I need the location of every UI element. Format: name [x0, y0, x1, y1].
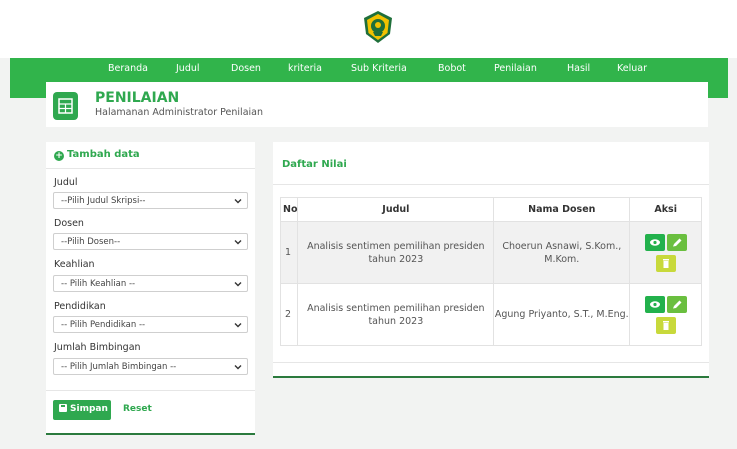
table-divider — [273, 184, 709, 185]
pendidikan-select-value: -- Pilih Pendidikan -- — [61, 320, 146, 330]
judul-select-value: --Pilih Judul Skripsi-- — [61, 196, 146, 206]
view-button[interactable] — [644, 295, 665, 313]
table-row: 1 Analisis sentimen pemilihan presiden t… — [279, 221, 702, 284]
row-actions — [629, 283, 702, 346]
chevron-down-icon — [234, 240, 242, 245]
nav-judul[interactable]: Judul — [176, 63, 200, 74]
table-header-row: No Judul Nama Dosen Aksi — [279, 197, 702, 222]
reset-button[interactable]: Reset — [123, 404, 152, 414]
field-label-keahlian: Keahlian — [54, 259, 95, 270]
trash-icon — [662, 320, 669, 330]
form-divider — [46, 168, 255, 169]
nav-kriteria[interactable]: kriteria — [288, 63, 322, 74]
nav-keluar[interactable]: Keluar — [617, 63, 647, 74]
dosen-select[interactable]: --Pilih Dosen-- — [53, 233, 248, 250]
form-heading: + Tambah data — [54, 149, 140, 161]
judul-select[interactable]: --Pilih Judul Skripsi-- — [53, 192, 248, 209]
table-heading: Daftar Nilai — [282, 159, 347, 170]
eye-icon — [649, 300, 660, 308]
column-header-judul: Judul — [297, 197, 495, 222]
field-label-jumlah-bimbingan: Jumlah Bimbingan — [54, 342, 141, 353]
score-list-card: Daftar Nilai No Judul Nama Dosen Aksi 1 … — [273, 142, 709, 378]
column-header-nama-dosen: Nama Dosen — [493, 197, 631, 222]
field-label-judul: Judul — [54, 177, 78, 188]
trash-icon — [662, 258, 669, 268]
row-judul: Analisis sentimen pemilihan presiden tah… — [297, 221, 495, 284]
form-footer-divider — [46, 390, 255, 391]
add-data-form: + Tambah data Judul --Pilih Judul Skripsi… — [46, 142, 255, 435]
form-heading-label: Tambah data — [67, 149, 140, 160]
page-subtitle: Halamanan Administrator Penilaian — [95, 107, 264, 118]
score-table: No Judul Nama Dosen Aksi 1 Analisis sent… — [279, 197, 702, 346]
page-title: PENILAIAN — [95, 90, 180, 106]
nav-penilaian[interactable]: Penilaian — [494, 63, 537, 74]
top-logo-bar — [0, 0, 737, 58]
chevron-down-icon — [234, 282, 242, 287]
spreadsheet-icon — [53, 92, 78, 120]
chevron-down-icon — [234, 199, 242, 204]
nav-bobot[interactable]: Bobot — [438, 63, 466, 74]
edit-button[interactable] — [666, 295, 687, 313]
nav-hasil[interactable]: Hasil — [567, 63, 590, 74]
save-button-label: Simpan — [70, 404, 108, 414]
jumlah-bimbingan-select[interactable]: -- Pilih Jumlah Bimbingan -- — [53, 358, 248, 375]
nav-beranda[interactable]: Beranda — [108, 63, 148, 74]
row-judul: Analisis sentimen pemilihan presiden tah… — [297, 283, 495, 346]
nav-sub-kriteria[interactable]: Sub Kriteria — [351, 63, 407, 74]
university-crest-icon — [364, 11, 392, 43]
chevron-down-icon — [234, 323, 242, 328]
row-actions — [629, 221, 702, 284]
row-no: 1 — [279, 221, 299, 284]
row-nama-dosen: Agung Priyanto, S.T., M.Eng. — [493, 283, 631, 346]
floppy-disk-icon — [59, 404, 67, 412]
chevron-down-icon — [234, 365, 242, 370]
dosen-select-value: --Pilih Dosen-- — [61, 237, 121, 247]
eye-icon — [649, 238, 660, 246]
table-row: 2 Analisis sentimen pemilihan presiden t… — [279, 283, 702, 346]
row-nama-dosen: Choerun Asnawi, S.Kom., M.Kom. — [493, 221, 631, 284]
delete-button[interactable] — [655, 254, 676, 272]
pencil-icon — [672, 238, 682, 246]
save-button[interactable]: Simpan — [53, 400, 111, 420]
row-no: 2 — [279, 283, 299, 346]
field-label-pendidikan: Pendidikan — [54, 301, 106, 312]
keahlian-select[interactable]: -- Pilih Keahlian -- — [53, 275, 248, 292]
pendidikan-select[interactable]: -- Pilih Pendidikan -- — [53, 316, 248, 333]
edit-button[interactable] — [666, 233, 687, 251]
column-header-no: No — [279, 197, 299, 222]
keahlian-select-value: -- Pilih Keahlian -- — [61, 279, 136, 289]
field-label-dosen: Dosen — [54, 218, 84, 229]
jumlah-bimbingan-select-value: -- Pilih Jumlah Bimbingan -- — [61, 362, 177, 372]
view-button[interactable] — [644, 233, 665, 251]
pencil-icon — [672, 300, 682, 308]
page-header: PENILAIAN Halamanan Administrator Penila… — [46, 82, 708, 127]
column-header-aksi: Aksi — [629, 197, 702, 222]
plus-circle-icon: + — [54, 151, 64, 161]
nav-dosen[interactable]: Dosen — [231, 63, 261, 74]
delete-button[interactable] — [655, 316, 676, 334]
table-footer-divider — [273, 362, 709, 363]
